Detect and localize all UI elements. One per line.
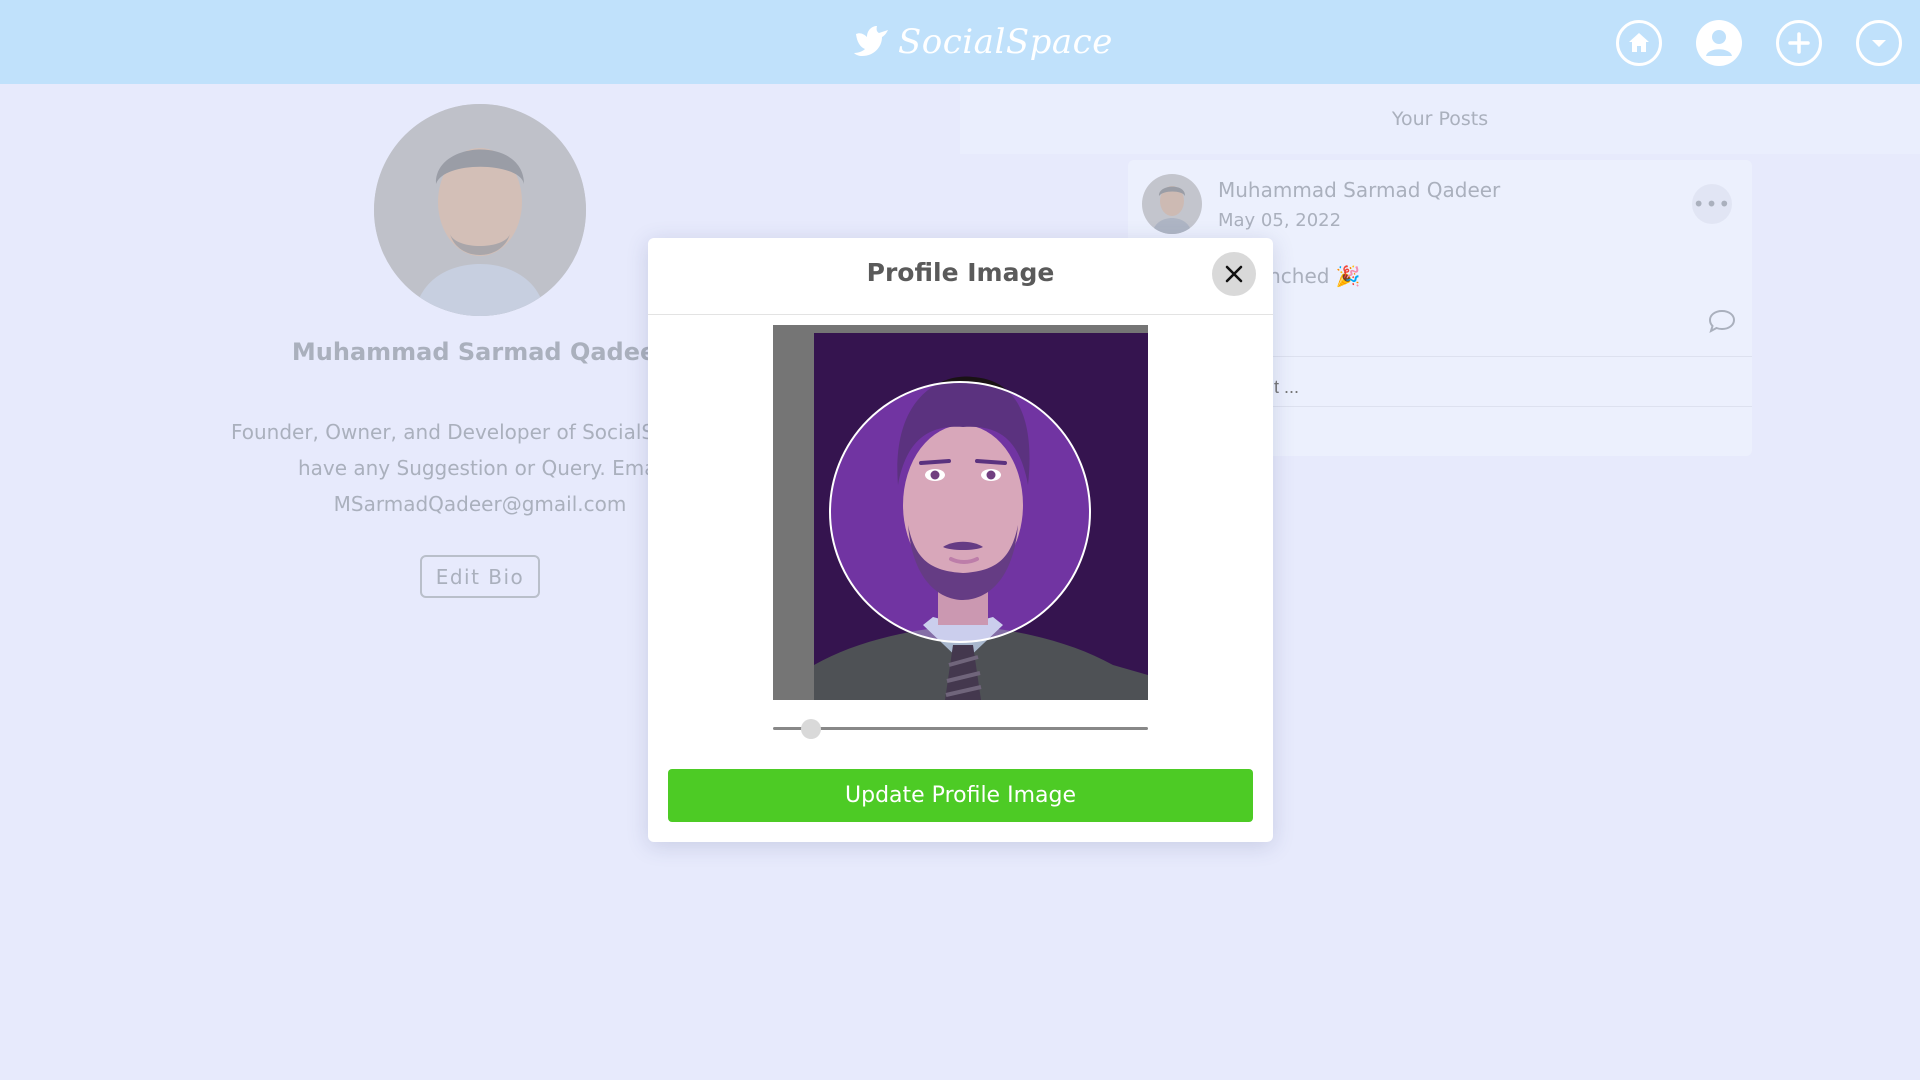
comment-button[interactable]: [1708, 308, 1736, 338]
modal-divider: [648, 314, 1273, 315]
comment-icon: [1708, 309, 1736, 334]
close-icon: [1225, 265, 1243, 283]
brand-name: SocialSpace: [898, 22, 1113, 62]
zoom-slider-thumb[interactable]: [800, 719, 821, 739]
author-photo: [1142, 174, 1202, 234]
zoom-slider[interactable]: [773, 716, 1148, 740]
user-icon: [1706, 30, 1732, 56]
profile-photo-preview: [773, 325, 1148, 700]
brand-logo[interactable]: SocialSpace: [852, 18, 1113, 66]
posts-heading: Your Posts: [960, 84, 1920, 154]
home-icon: [1629, 33, 1649, 52]
home-button[interactable]: [1616, 20, 1662, 66]
plus-icon: [1788, 32, 1810, 54]
more-icon: •••: [1692, 192, 1732, 216]
profile-avatar[interactable]: [374, 104, 586, 316]
profile-button[interactable]: [1696, 20, 1742, 66]
create-post-button[interactable]: [1776, 20, 1822, 66]
post-author-name[interactable]: Muhammad Sarmad Qadeer: [1218, 178, 1500, 202]
update-profile-image-button[interactable]: Update Profile Image: [668, 769, 1253, 822]
post-date: May 05, 2022: [1218, 210, 1342, 231]
account-menu-button[interactable]: [1856, 20, 1902, 66]
zoom-track: [773, 727, 1148, 730]
profile-photo: [374, 104, 586, 316]
post-options-button[interactable]: •••: [1692, 184, 1732, 224]
post-author-avatar[interactable]: [1142, 174, 1202, 234]
top-navbar: SocialSpace: [0, 0, 1920, 84]
close-button[interactable]: [1212, 252, 1256, 296]
bird-icon: [854, 26, 888, 56]
edit-bio-button[interactable]: Edit Bio: [420, 555, 540, 598]
chevron-down-icon: [1872, 40, 1886, 47]
image-cropper[interactable]: [773, 325, 1148, 700]
modal-title: Profile Image: [866, 258, 1055, 287]
profile-image-modal: Profile Image Update Profile Image: [648, 238, 1273, 842]
